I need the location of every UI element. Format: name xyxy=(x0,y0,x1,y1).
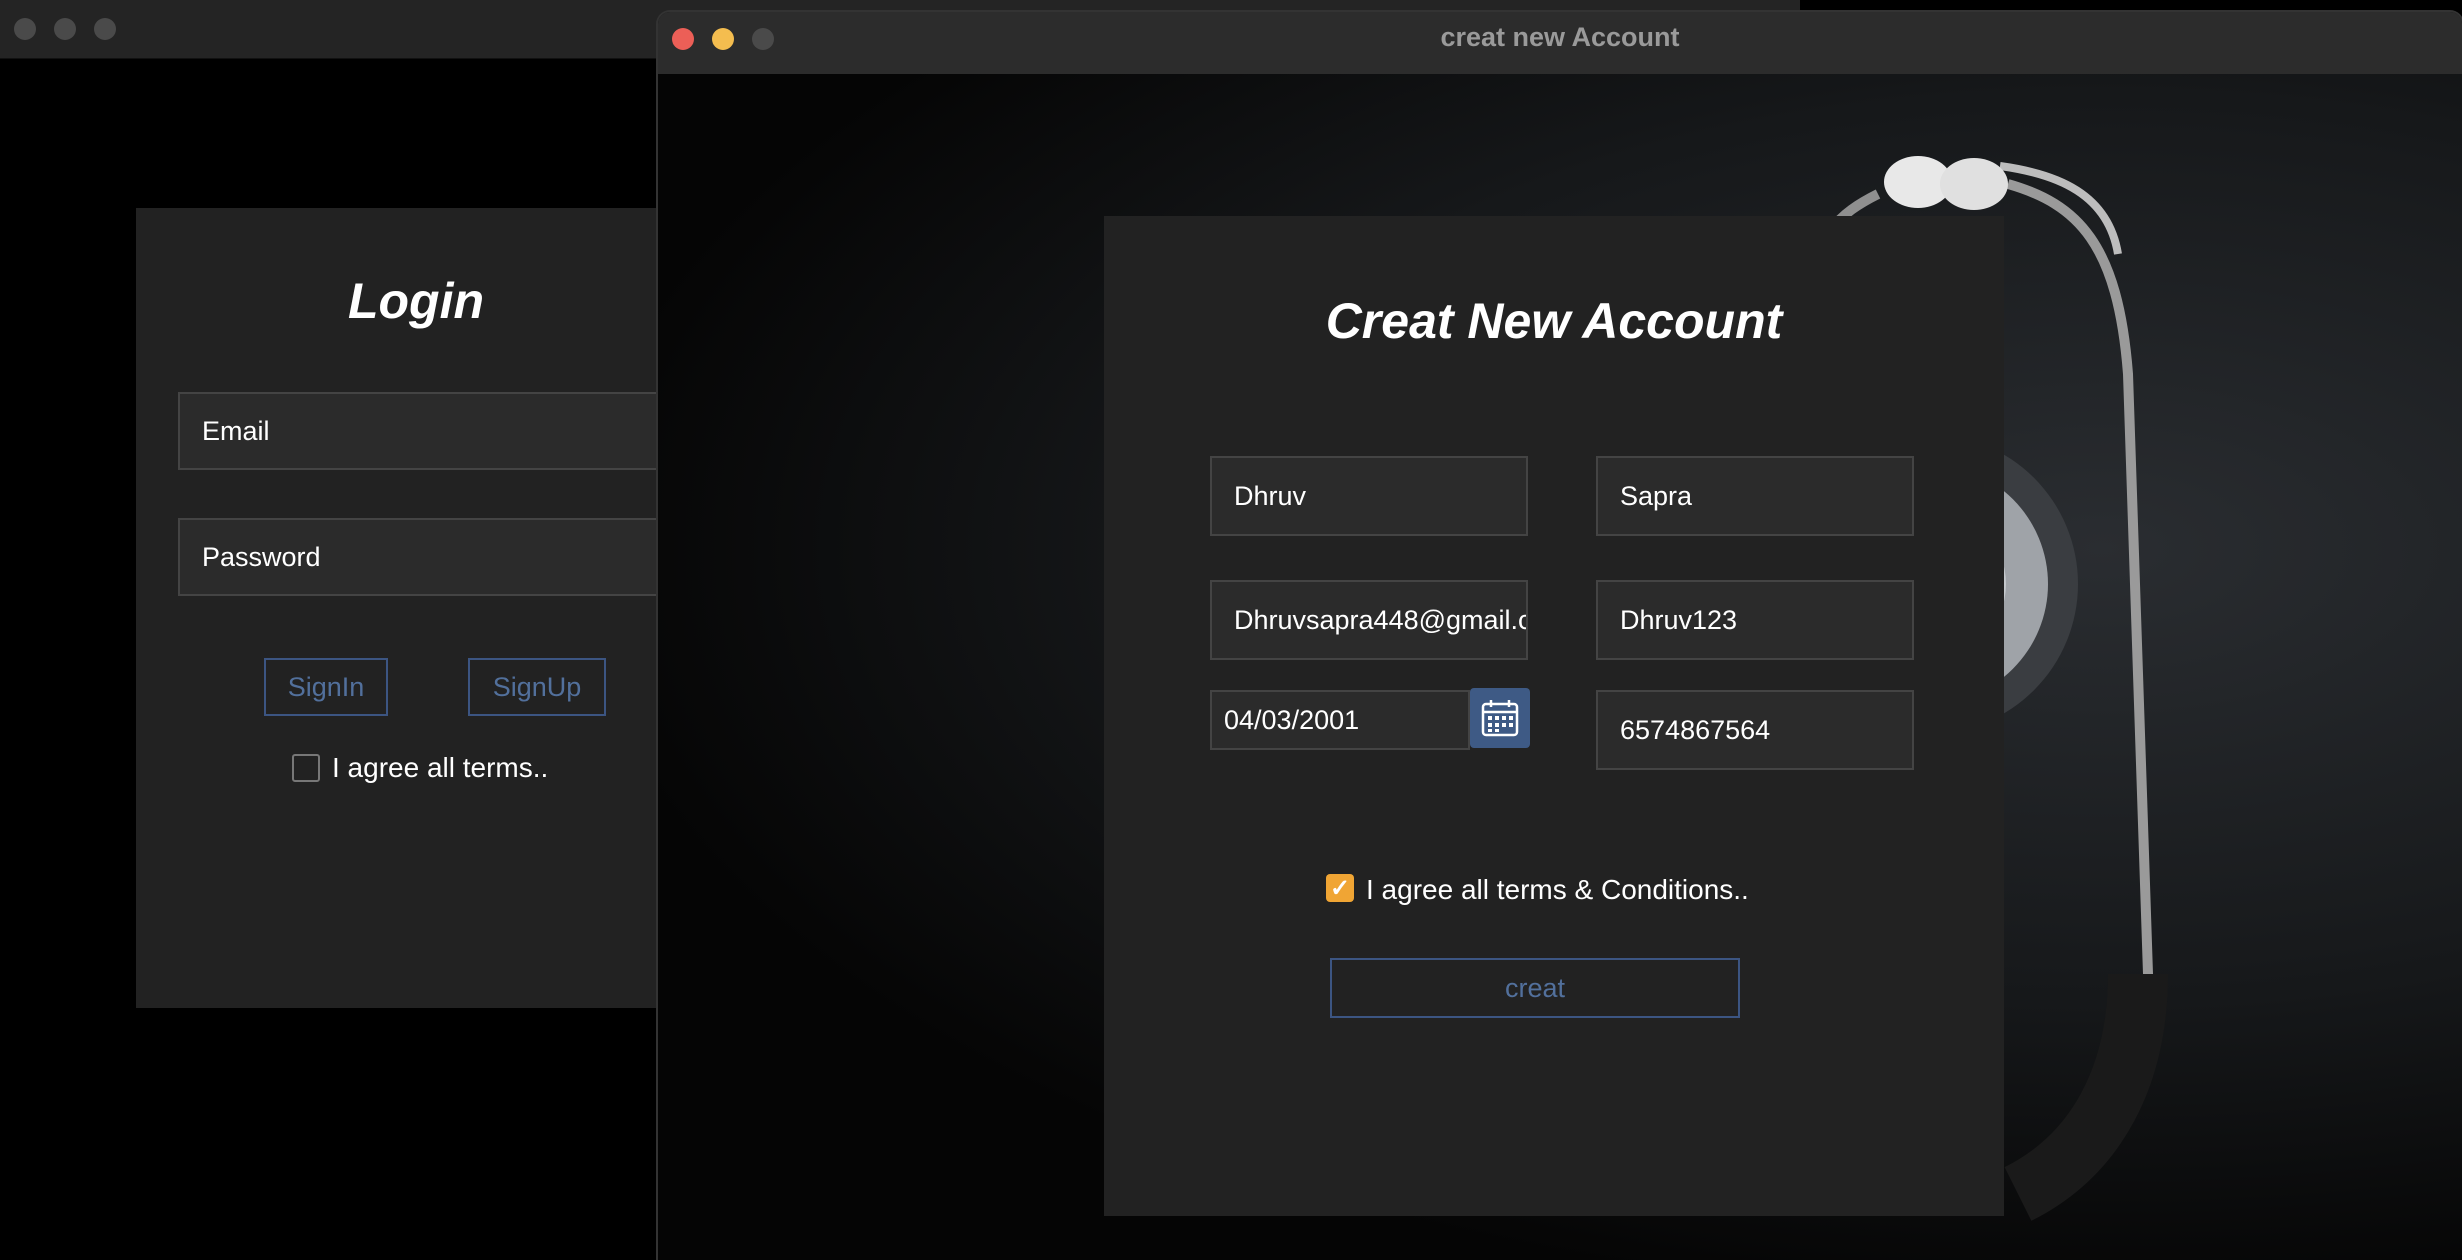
agree-label: I agree all terms & Conditions.. xyxy=(1366,874,1749,905)
last-name-field[interactable]: Sapra xyxy=(1596,456,1914,536)
signup-window-titlebar: creat new Account xyxy=(658,12,2462,76)
calendar-button[interactable] xyxy=(1470,688,1530,748)
zoom-button[interactable] xyxy=(94,18,116,40)
agree-label: I agree all terms.. xyxy=(332,752,549,783)
signup-form-panel: Creat New Account Dhruv Sapra Dhruvsapra… xyxy=(1104,216,2004,1216)
signup-window: creat new Account Creat New Account Dhru… xyxy=(658,12,2462,1260)
username-field[interactable]: Dhruv123 xyxy=(1596,580,1914,660)
first-name-field[interactable]: Dhruv xyxy=(1210,456,1528,536)
signin-button[interactable]: SignIn xyxy=(264,658,388,716)
signup-button[interactable]: SignUp xyxy=(468,658,606,716)
login-title: Login xyxy=(347,273,485,329)
minimize-button[interactable] xyxy=(54,18,76,40)
login-panel: Login Email Password SignIn SignUp I agr… xyxy=(136,208,698,1008)
create-button[interactable]: creat xyxy=(1330,958,1740,1018)
window-title: creat new Account xyxy=(1440,22,1680,52)
dob-field[interactable]: 04/03/2001 xyxy=(1210,690,1470,750)
email-field[interactable]: Email xyxy=(178,392,698,470)
email-field[interactable]: Dhruvsapra448@gmail.c xyxy=(1210,580,1528,660)
calendar-icon xyxy=(1481,700,1519,737)
password-field[interactable]: Password xyxy=(178,518,698,596)
agree-checkbox[interactable]: ✓ xyxy=(1326,874,1354,902)
phone-field[interactable]: 6574867564 xyxy=(1596,690,1914,770)
checkmark-icon: ✓ xyxy=(1329,874,1351,902)
agree-checkbox[interactable] xyxy=(292,754,320,782)
form-title: Creat New Account xyxy=(1325,293,1783,349)
close-button[interactable] xyxy=(14,18,36,40)
